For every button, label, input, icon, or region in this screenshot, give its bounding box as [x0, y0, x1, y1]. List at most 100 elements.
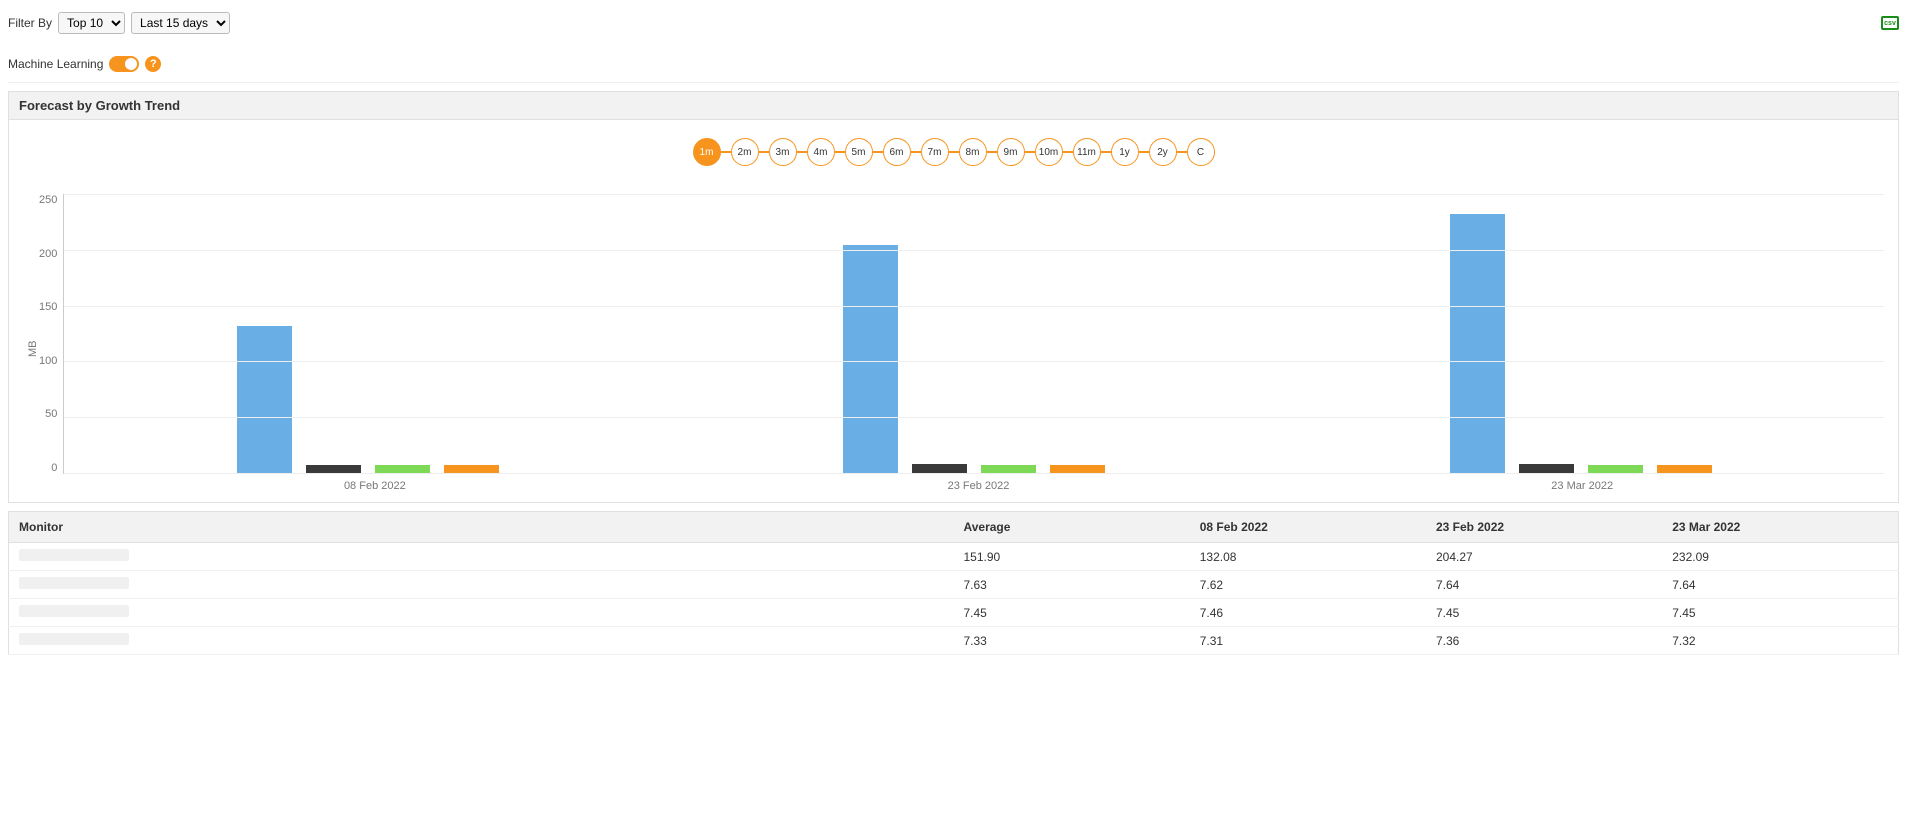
- y-tick-label: 150: [39, 301, 57, 313]
- range-separator: [721, 151, 731, 153]
- monitor-cell: [9, 627, 954, 655]
- value-cell: 7.31: [1190, 627, 1426, 655]
- range-separator: [949, 151, 959, 153]
- bar[interactable]: [981, 465, 1036, 473]
- table-row: 7.457.467.457.45: [9, 599, 1899, 627]
- y-axis-title: MB: [23, 194, 39, 474]
- y-tick-label: 0: [51, 462, 57, 474]
- table-column-header[interactable]: 23 Feb 2022: [1426, 512, 1662, 543]
- bar[interactable]: [444, 465, 499, 473]
- gridline: [64, 417, 1884, 418]
- range-separator: [835, 151, 845, 153]
- range-button-11m[interactable]: 11m: [1073, 138, 1101, 166]
- table-column-header[interactable]: 23 Mar 2022: [1662, 512, 1898, 543]
- range-button-C[interactable]: C: [1187, 138, 1215, 166]
- range-separator: [911, 151, 921, 153]
- range-separator: [797, 151, 807, 153]
- range-separator: [759, 151, 769, 153]
- value-cell: 7.33: [954, 627, 1190, 655]
- value-cell: 7.36: [1426, 627, 1662, 655]
- gridline: [64, 194, 1884, 195]
- x-tick-label: 23 Mar 2022: [1280, 474, 1884, 492]
- range-button-2m[interactable]: 2m: [731, 138, 759, 166]
- y-tick-label: 100: [39, 355, 57, 367]
- y-tick-label: 50: [45, 408, 57, 420]
- table-column-header[interactable]: Monitor: [9, 512, 954, 543]
- value-cell: 7.63: [954, 571, 1190, 599]
- range-separator: [1101, 151, 1111, 153]
- range-button-9m[interactable]: 9m: [997, 138, 1025, 166]
- gridline: [64, 306, 1884, 307]
- monitor-cell: [9, 543, 954, 571]
- range-button-4m[interactable]: 4m: [807, 138, 835, 166]
- help-icon[interactable]: ?: [145, 56, 161, 72]
- csv-icon-label: csv: [1884, 20, 1896, 27]
- ml-toggle[interactable]: [109, 56, 139, 72]
- redacted-monitor-name: [19, 549, 129, 561]
- range-button-8m[interactable]: 8m: [959, 138, 987, 166]
- table-row: 7.337.317.367.32: [9, 627, 1899, 655]
- redacted-monitor-name: [19, 577, 129, 589]
- range-button-3m[interactable]: 3m: [769, 138, 797, 166]
- bar[interactable]: [912, 464, 967, 473]
- value-cell: 7.32: [1662, 627, 1898, 655]
- value-cell: 132.08: [1190, 543, 1426, 571]
- value-cell: 7.64: [1426, 571, 1662, 599]
- x-tick-label: 08 Feb 2022: [73, 474, 677, 492]
- range-separator: [1025, 151, 1035, 153]
- filter-label: Filter By: [8, 16, 52, 30]
- x-tick-label: 23 Feb 2022: [677, 474, 1281, 492]
- range-button-7m[interactable]: 7m: [921, 138, 949, 166]
- range-button-2y[interactable]: 2y: [1149, 138, 1177, 166]
- x-axis-ticks: 08 Feb 202223 Feb 202223 Mar 2022: [73, 474, 1884, 492]
- value-cell: 7.45: [954, 599, 1190, 627]
- range-button-5m[interactable]: 5m: [845, 138, 873, 166]
- range-button-1y[interactable]: 1y: [1111, 138, 1139, 166]
- range-selector: 1m 2m 3m 4m 5m 6m 7m 8m 9m 10m 11m 1y 2y C: [23, 138, 1884, 166]
- filter-bar: Filter By Top 10 Last 15 days csv: [8, 8, 1899, 38]
- bar[interactable]: [306, 465, 361, 474]
- value-cell: 7.64: [1662, 571, 1898, 599]
- range-separator: [987, 151, 997, 153]
- range-button-10m[interactable]: 10m: [1035, 138, 1063, 166]
- redacted-monitor-name: [19, 633, 129, 645]
- bar-group: [671, 194, 1278, 473]
- y-tick-label: 200: [39, 248, 57, 260]
- y-tick-label: 250: [39, 194, 57, 206]
- range-button-1m[interactable]: 1m: [693, 138, 721, 166]
- gridline: [64, 473, 1884, 474]
- bar[interactable]: [1657, 465, 1712, 473]
- range-separator: [1139, 151, 1149, 153]
- value-cell: 232.09: [1662, 543, 1898, 571]
- panel-body: 1m 2m 3m 4m 5m 6m 7m 8m 9m 10m 11m 1y 2y C MB 250 200 1…: [9, 120, 1898, 502]
- y-axis-ticks: 250 200 150 100 50 0: [39, 194, 63, 474]
- bar[interactable]: [375, 465, 430, 473]
- range-separator: [1177, 151, 1187, 153]
- value-cell: 7.45: [1662, 599, 1898, 627]
- chart: MB 250 200 150 100 50 0: [23, 194, 1884, 474]
- bar[interactable]: [843, 245, 898, 473]
- table-header-row: MonitorAverage08 Feb 202223 Feb 202223 M…: [9, 512, 1899, 543]
- table-column-header[interactable]: 08 Feb 2022: [1190, 512, 1426, 543]
- gridline: [64, 361, 1884, 362]
- monitor-cell: [9, 599, 954, 627]
- value-cell: 7.45: [1426, 599, 1662, 627]
- bar[interactable]: [1050, 465, 1105, 473]
- gridline: [64, 250, 1884, 251]
- table-body: 151.90132.08204.27232.097.637.627.647.64…: [9, 543, 1899, 655]
- bar[interactable]: [1450, 214, 1505, 473]
- bar[interactable]: [1519, 464, 1574, 473]
- export-csv-icon[interactable]: csv: [1881, 16, 1899, 30]
- bar[interactable]: [1588, 465, 1643, 473]
- filter-period-select[interactable]: Last 15 days: [131, 12, 230, 34]
- table-row: 151.90132.08204.27232.09: [9, 543, 1899, 571]
- bar[interactable]: [237, 326, 292, 473]
- panel-title: Forecast by Growth Trend: [9, 92, 1898, 120]
- forecast-table: MonitorAverage08 Feb 202223 Feb 202223 M…: [8, 511, 1899, 655]
- range-button-6m[interactable]: 6m: [883, 138, 911, 166]
- help-icon-label: ?: [150, 58, 157, 70]
- chart-plot-area: [63, 194, 1884, 474]
- value-cell: 7.62: [1190, 571, 1426, 599]
- table-column-header[interactable]: Average: [954, 512, 1190, 543]
- filter-top-select[interactable]: Top 10: [58, 12, 125, 34]
